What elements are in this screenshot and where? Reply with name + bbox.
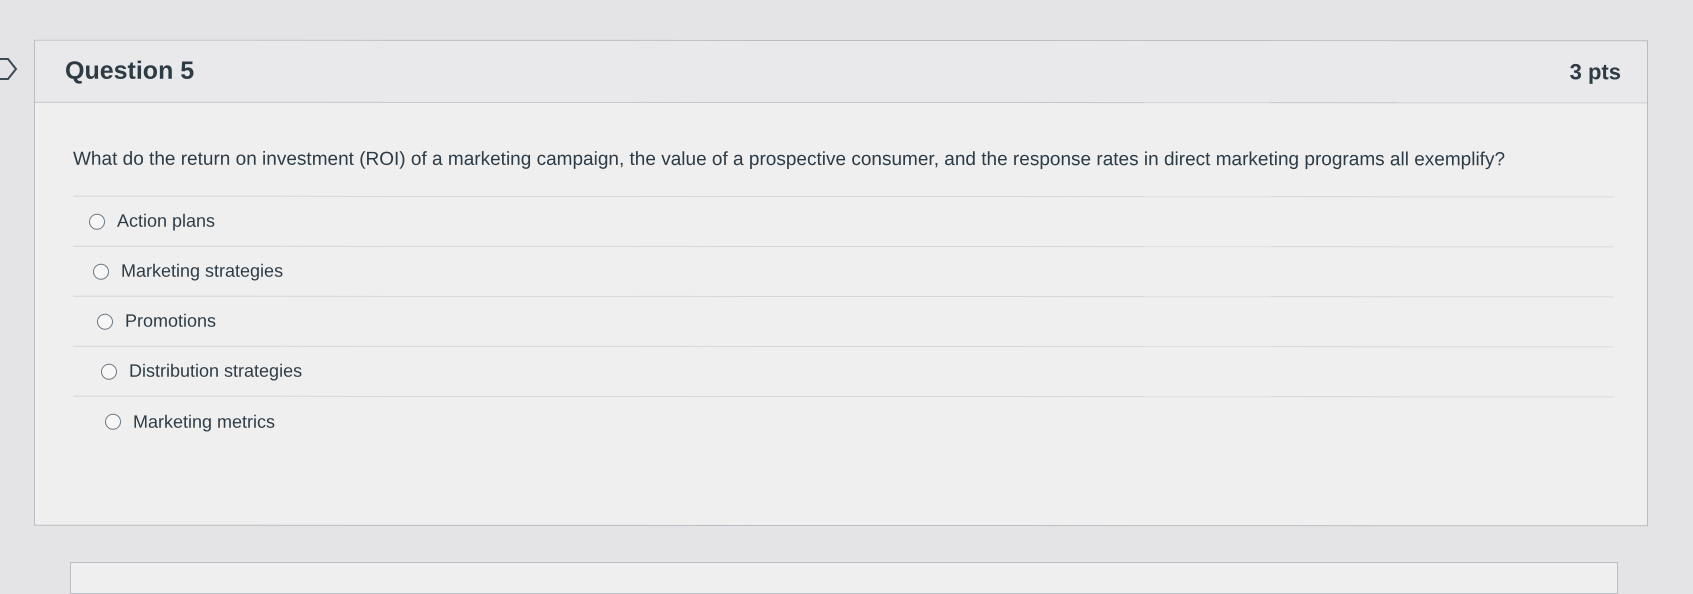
answer-option[interactable]: Marketing strategies [73,246,1613,298]
answer-label[interactable]: Promotions [125,311,216,332]
answer-option[interactable]: Action plans [73,196,1613,248]
question-header: Question 5 3 pts [35,40,1647,104]
answer-label[interactable]: Distribution strategies [129,361,302,382]
answer-option[interactable]: Marketing metrics [73,397,1613,448]
radio-button[interactable] [101,363,117,380]
answer-option[interactable]: Promotions [73,296,1613,348]
question-flag-icon[interactable] [0,56,20,82]
question-card: Question 5 3 pts What do the return on i… [34,39,1648,527]
radio-button[interactable] [97,313,113,330]
radio-button[interactable] [105,413,121,430]
question-text: What do the return on investment (ROI) o… [73,148,1506,171]
question-body: What do the return on investment (ROI) o… [35,103,1647,448]
next-question-card [70,562,1618,594]
answer-label[interactable]: Marketing strategies [121,261,283,282]
radio-button[interactable] [93,263,109,280]
question-title: Question 5 [65,56,195,85]
answer-label[interactable]: Action plans [117,211,215,232]
question-points: 3 pts [1569,58,1621,84]
answer-option[interactable]: Distribution strategies [73,346,1613,398]
radio-button[interactable] [89,213,105,230]
answer-list: Action plans Marketing strategies Promot… [73,195,1613,448]
answer-label[interactable]: Marketing metrics [133,411,275,432]
